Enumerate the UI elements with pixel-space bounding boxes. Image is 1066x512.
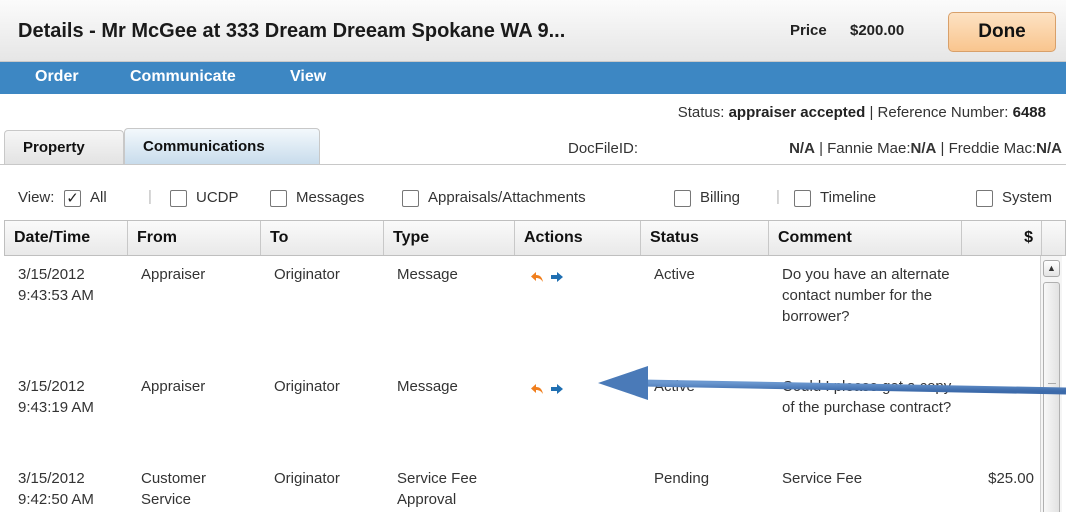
view-filter-row: View: ✓ All | UCDP Messages Appraisals/A… <box>18 187 1066 209</box>
reference-number: 6488 <box>1012 104 1046 121</box>
filter-all-label: All <box>90 189 107 206</box>
column-header-status[interactable]: Status <box>641 221 769 255</box>
checkbox-ucdp[interactable] <box>170 190 187 207</box>
cell-comment: Could I please get a copy of the purchas… <box>782 378 952 416</box>
menu-view[interactable]: View <box>290 68 326 86</box>
filter-system-label: System <box>1002 189 1053 206</box>
freddie-value: N/A <box>1036 140 1062 157</box>
cell-time: 9:42:50 AM <box>18 491 94 508</box>
menu-order[interactable]: Order <box>35 68 79 86</box>
column-header-datetime[interactable]: Date/Time <box>5 221 128 255</box>
cell-type: Service Fee Approval <box>397 470 478 508</box>
filter-separator: | <box>148 188 152 205</box>
fannie-value: N/A <box>910 140 937 157</box>
table-scrollbar[interactable]: ▲ <box>1040 256 1062 512</box>
menu-bar: Order Communicate View <box>0 62 1066 94</box>
forward-arrow-icon[interactable] <box>550 271 564 283</box>
fannie-label: | Fannie Mae: <box>819 140 911 157</box>
cell-from: Appraiser <box>141 378 206 395</box>
cell-to: Originator <box>274 470 340 487</box>
column-header-actions[interactable]: Actions <box>515 221 641 255</box>
scroll-up-icon[interactable]: ▲ <box>1043 260 1060 277</box>
tab-divider <box>0 164 1066 165</box>
cell-time: 9:43:53 AM <box>18 287 94 304</box>
filter-billing-label: Billing <box>700 189 741 206</box>
column-header-amount[interactable]: $ <box>962 221 1042 255</box>
scroll-thumb[interactable] <box>1043 282 1060 512</box>
freddie-label: | Freddie Mac: <box>940 140 1037 157</box>
cell-from: Customer Service <box>141 470 207 508</box>
cell-date: 3/15/2012 <box>18 378 85 395</box>
cell-from: Appraiser <box>141 266 206 283</box>
price-value: $200.00 <box>850 22 905 39</box>
cell-status: Active <box>654 378 695 395</box>
communications-table: Date/Time From To Type Actions Status Co… <box>4 220 1066 512</box>
cell-actions <box>530 270 564 288</box>
cell-type: Message <box>397 378 458 395</box>
docfile-id: N/A <box>789 140 815 157</box>
checkbox-messages[interactable] <box>270 190 287 207</box>
cell-status: Active <box>654 266 695 283</box>
status-line: Status: appraiser accepted | Reference N… <box>678 104 1046 121</box>
column-header-comment[interactable]: Comment <box>769 221 962 255</box>
reply-arrow-icon[interactable] <box>530 271 544 283</box>
filter-separator: | <box>776 188 780 205</box>
reference-label: | Reference Number: <box>869 104 1009 121</box>
status-label: Status: <box>677 104 725 121</box>
filter-appraisals-label: Appraisals/Attachments <box>428 189 586 206</box>
docfile-values: N/A | Fannie Mae:N/A | Freddie Mac:N/A <box>789 140 1062 157</box>
table-header: Date/Time From To Type Actions Status Co… <box>4 220 1066 256</box>
reply-arrow-icon[interactable] <box>530 383 544 395</box>
checkbox-appraisals[interactable] <box>402 190 419 207</box>
cell-date: 3/15/2012 <box>18 266 85 283</box>
cell-datetime: 3/15/2012 9:42:50 AM <box>4 468 127 510</box>
cell-date: 3/15/2012 <box>18 470 85 487</box>
cell-to: Originator <box>274 378 340 395</box>
cell-actions <box>530 382 564 400</box>
cell-comment: Do you have an alternate contact number … <box>782 266 950 325</box>
cell-datetime: 3/15/2012 9:43:53 AM <box>4 264 127 306</box>
checkbox-billing[interactable] <box>674 190 691 207</box>
price-label: Price <box>790 22 827 39</box>
status-value: appraiser accepted <box>728 104 866 121</box>
table-row[interactable]: 3/15/2012 9:42:50 AM Customer Service Or… <box>4 468 1036 512</box>
forward-arrow-icon[interactable] <box>550 383 564 395</box>
cell-to: Originator <box>274 266 340 283</box>
title-bar: Details - Mr McGee at 333 Dream Dreeam S… <box>0 0 1066 62</box>
cell-comment: Service Fee <box>782 470 863 487</box>
done-button[interactable]: Done <box>948 12 1056 52</box>
column-header-type[interactable]: Type <box>384 221 515 255</box>
checkbox-all[interactable]: ✓ <box>64 190 81 207</box>
cell-type: Message <box>397 266 458 283</box>
tab-communications[interactable]: Communications <box>124 128 320 164</box>
cell-time: 9:43:19 AM <box>18 399 94 416</box>
cell-datetime: 3/15/2012 9:43:19 AM <box>4 376 127 418</box>
view-label: View: <box>18 189 55 206</box>
docfile-label: DocFileID: <box>568 140 639 157</box>
menu-communicate[interactable]: Communicate <box>130 68 236 86</box>
cell-amount: $25.00 <box>988 470 1034 487</box>
checkbox-timeline[interactable] <box>794 190 811 207</box>
tab-property[interactable]: Property <box>4 130 124 164</box>
column-header-from[interactable]: From <box>128 221 261 255</box>
table-row[interactable]: 3/15/2012 9:43:19 AM Appraiser Originato… <box>4 376 1036 460</box>
table-row[interactable]: 3/15/2012 9:43:53 AM Appraiser Originato… <box>4 264 1036 368</box>
filter-messages-label: Messages <box>296 189 365 206</box>
page-title: Details - Mr McGee at 333 Dream Dreeam S… <box>18 20 566 42</box>
checkbox-system[interactable] <box>976 190 993 207</box>
column-header-to[interactable]: To <box>261 221 384 255</box>
grip-icon <box>1048 383 1056 391</box>
filter-ucdp-label: UCDP <box>196 189 239 206</box>
filter-timeline-label: Timeline <box>820 189 877 206</box>
cell-status: Pending <box>654 470 710 487</box>
